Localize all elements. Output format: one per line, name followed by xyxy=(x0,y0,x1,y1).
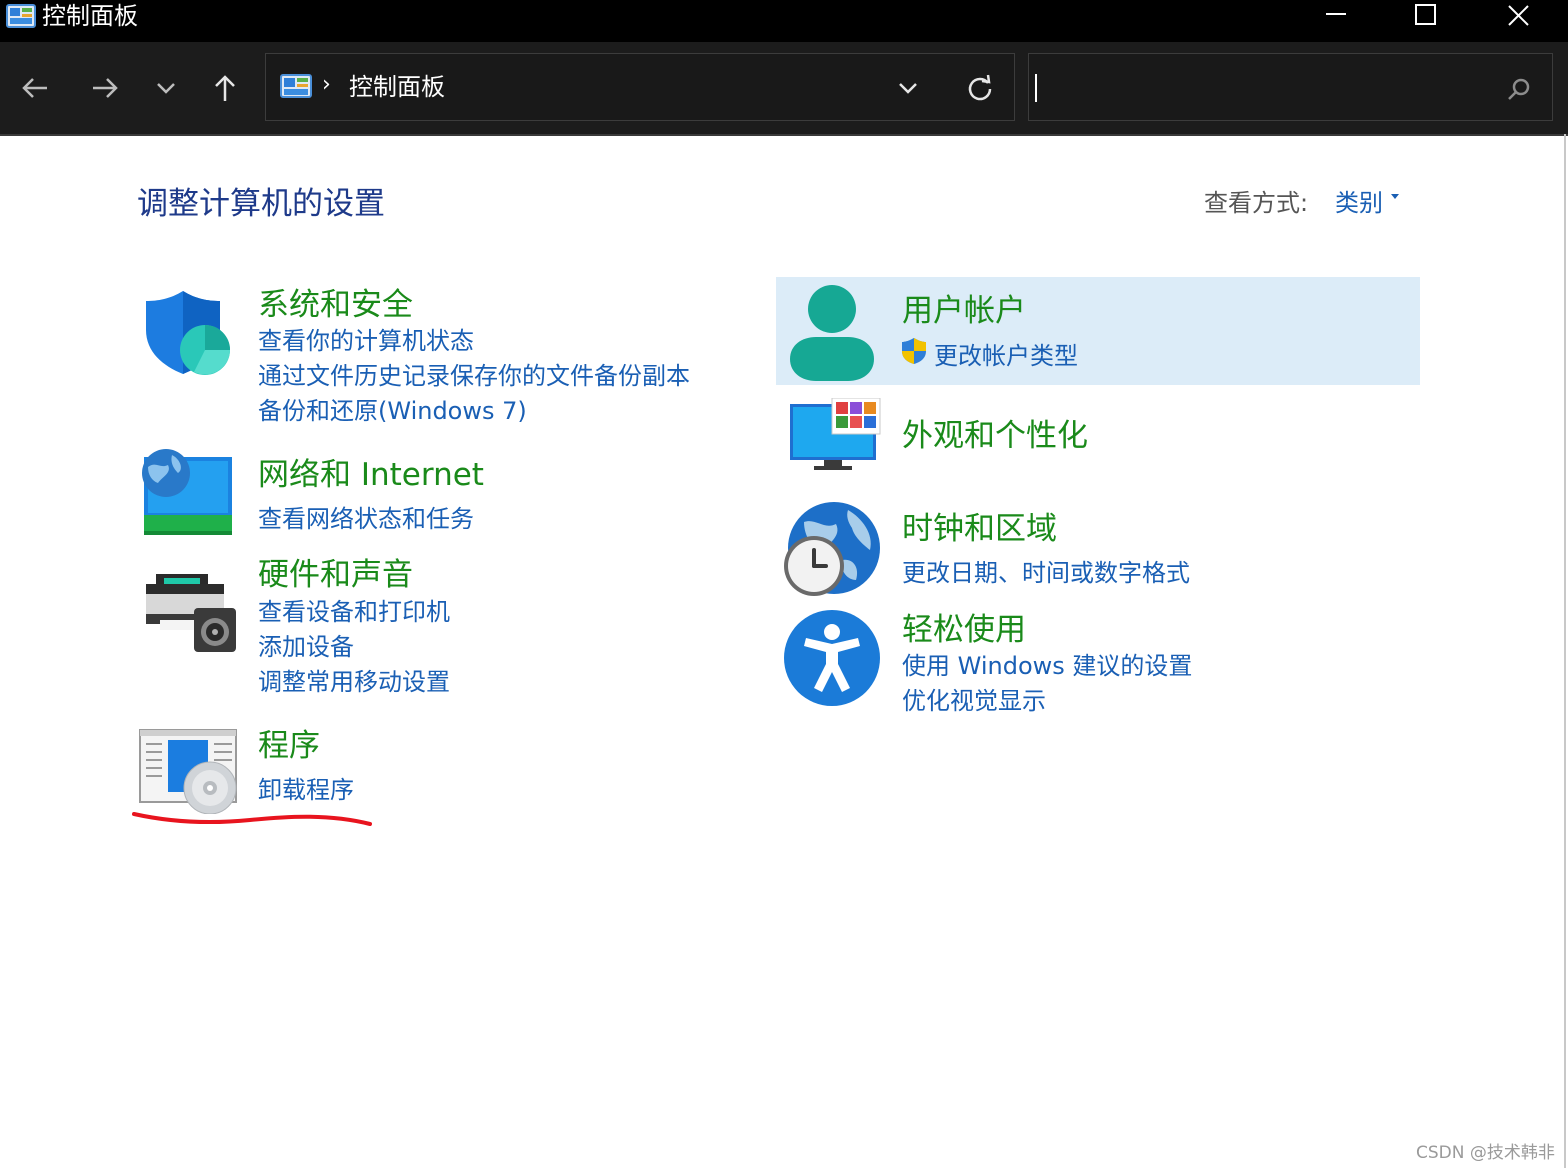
category-title-appearance-personalization[interactable]: 外观和个性化 xyxy=(902,410,1088,455)
link-optimize-visual-display[interactable]: 优化视觉显示 xyxy=(902,681,1046,716)
control-panel-icon xyxy=(280,74,312,98)
minimize-button[interactable] xyxy=(1306,0,1366,32)
back-button[interactable] xyxy=(15,68,55,108)
window-title: 控制面板 xyxy=(42,2,138,30)
uac-shield-icon xyxy=(902,338,926,364)
link-file-history-backup[interactable]: 通过文件历史记录保存你的文件备份副本 xyxy=(258,356,690,391)
window-border xyxy=(1564,134,1566,1168)
category-title-clock-region[interactable]: 时钟和区域 xyxy=(902,503,1057,548)
accessibility-icon[interactable] xyxy=(782,608,882,708)
shield-icon[interactable] xyxy=(140,288,235,378)
link-view-computer-status[interactable]: 查看你的计算机状态 xyxy=(258,321,474,356)
refresh-button[interactable] xyxy=(966,74,994,102)
arrow-left-icon xyxy=(22,78,47,98)
watermark: CSDN @技术韩非 xyxy=(1416,1143,1555,1163)
monitor-palette-icon[interactable] xyxy=(788,398,882,472)
dropdown-arrow-icon[interactable] xyxy=(1391,194,1399,199)
search-icon[interactable] xyxy=(1505,76,1533,104)
category-title-network-internet[interactable]: 网络和 Internet xyxy=(258,449,484,494)
title-bar: 控制面板 xyxy=(0,0,1568,42)
network-globe-icon[interactable] xyxy=(138,447,236,539)
maximize-icon xyxy=(1415,4,1436,25)
link-change-date-time-format[interactable]: 更改日期、时间或数字格式 xyxy=(902,553,1190,588)
address-bar[interactable]: › 控制面板 xyxy=(265,53,1015,121)
category-title-hardware-sound[interactable]: 硬件和声音 xyxy=(258,549,413,594)
address-dropdown-button[interactable] xyxy=(894,74,922,102)
link-change-account-type[interactable]: 更改帐户类型 xyxy=(934,336,1078,371)
category-title-system-security[interactable]: 系统和安全 xyxy=(258,279,413,324)
link-view-network-status[interactable]: 查看网络状态和任务 xyxy=(258,499,474,534)
programs-disc-icon[interactable] xyxy=(138,728,240,814)
view-by-label: 查看方式: xyxy=(1204,189,1309,217)
category-title-programs[interactable]: 程序 xyxy=(258,720,320,765)
user-icon[interactable] xyxy=(788,283,878,383)
printer-speaker-icon[interactable] xyxy=(142,570,240,656)
close-icon xyxy=(1508,5,1529,26)
arrow-right-icon xyxy=(93,78,118,98)
category-title-ease-of-access[interactable]: 轻松使用 xyxy=(902,604,1026,649)
page-title: 调整计算机的设置 xyxy=(137,186,385,222)
navigation-bar: › 控制面板 xyxy=(0,42,1568,136)
link-view-devices-printers[interactable]: 查看设备和打印机 xyxy=(258,592,450,627)
link-uninstall-program[interactable]: 卸载程序 xyxy=(258,770,354,805)
clock-globe-icon[interactable] xyxy=(782,500,882,600)
link-add-device[interactable]: 添加设备 xyxy=(258,627,354,662)
chevron-down-icon xyxy=(157,83,175,94)
arrow-up-icon xyxy=(215,75,235,101)
breadcrumb-item[interactable]: 控制面板 xyxy=(349,72,445,102)
link-backup-restore[interactable]: 备份和还原(Windows 7) xyxy=(258,391,527,426)
maximize-button[interactable] xyxy=(1396,0,1456,32)
breadcrumb-separator: › xyxy=(322,72,331,97)
link-mobility-settings[interactable]: 调整常用移动设置 xyxy=(258,662,450,697)
text-cursor xyxy=(1035,74,1037,102)
minimize-icon xyxy=(1326,13,1346,15)
control-panel-icon xyxy=(6,4,36,28)
forward-button[interactable] xyxy=(85,68,125,108)
recent-locations-button[interactable] xyxy=(146,68,186,108)
up-button[interactable] xyxy=(205,68,245,108)
view-by-dropdown[interactable]: 类别 xyxy=(1335,183,1383,218)
chevron-down-icon xyxy=(899,83,917,94)
link-windows-suggested-settings[interactable]: 使用 Windows 建议的设置 xyxy=(902,646,1192,681)
refresh-icon xyxy=(968,74,992,101)
red-underline-annotation xyxy=(132,812,372,826)
category-title-user-accounts[interactable]: 用户帐户 xyxy=(902,285,1026,330)
close-button[interactable] xyxy=(1488,0,1548,32)
search-input[interactable] xyxy=(1028,53,1553,121)
